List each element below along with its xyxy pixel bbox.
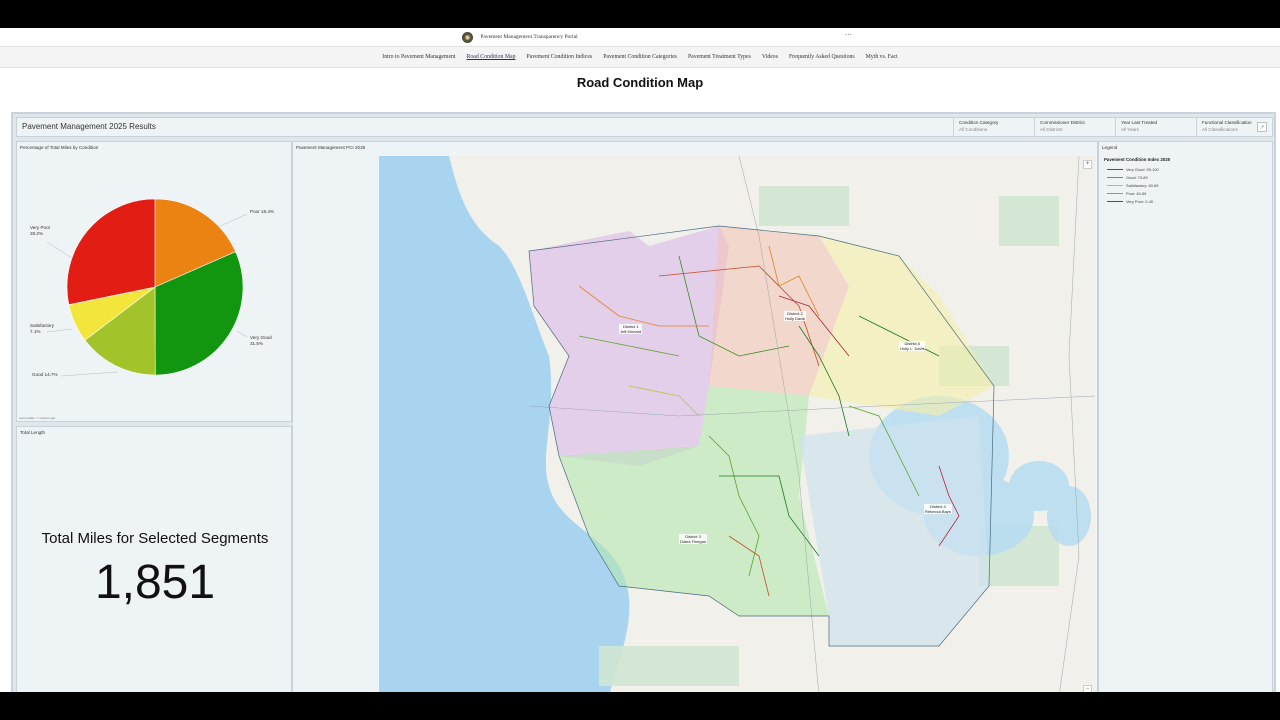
road-condition-map[interactable]: District 1 Jeff Kinnard District 2 Holly… [379, 155, 1096, 692]
leader-line-poor [217, 213, 248, 228]
pie-label-very-good: Very Good 31.5% [250, 335, 272, 347]
district-label-line: Jeff Kinnard [620, 329, 642, 334]
legend-panel: Legend Pavement Condition Index 2025 Ver… [1098, 141, 1273, 692]
total-length-panel: Total Length Total Miles for Selected Se… [16, 426, 292, 692]
pie-slice-very-poor[interactable] [66, 198, 156, 306]
last-update-text: Last update: 7 minutes ago [19, 416, 56, 420]
district-label-4: District 4 Rebecca Bays [924, 504, 952, 514]
legend-item-very-good: Very Good: 90-100 [1107, 167, 1159, 172]
dashboard-title: Pavement Management 2025 Results [22, 122, 156, 131]
open-external-icon[interactable]: ↗ [1257, 122, 1267, 132]
district-label-line: Diana Finegan [680, 539, 707, 544]
portal-topbar: Pavement Management Transparency Portal … [0, 28, 1280, 46]
leader-line-good [60, 371, 118, 377]
legend-swatch [1107, 192, 1123, 195]
legend-swatch [1107, 168, 1123, 171]
pie-chart [46, 198, 248, 377]
filter-year-last-treated[interactable]: Year Last Treated All Years [1115, 118, 1196, 136]
map-canvas [379, 155, 1096, 692]
legend-item-very-poor: Very Poor: 0-40 [1107, 199, 1153, 204]
map-panel: Pavement Management PCI 2025 District 1 … [292, 141, 1098, 692]
legend-item-poor: Poor: 40-59 [1107, 191, 1146, 196]
legend-label: Good: 70-89 [1126, 175, 1148, 180]
pie-label-very-poor: Very Poor 28.2% [30, 225, 50, 237]
district-label-line: Holly L. Davis [900, 346, 925, 351]
legend-item-satisfactory: Satisfactory: 60-69 [1107, 183, 1158, 188]
legend-label: Satisfactory: 60-69 [1126, 183, 1159, 188]
filter-label: Commissioner District [1040, 120, 1085, 125]
total-miles-value: 1,851 [94, 556, 216, 609]
pie-label-satisfactory: Satisfactory 7.1% [30, 323, 54, 335]
legend-swatch [1107, 200, 1123, 203]
nav-bar: Intro to Pavement Management Road Condit… [0, 46, 1280, 68]
filter-value: All Conditions [959, 127, 988, 132]
filter-label: Condition Category [959, 120, 999, 125]
district-label-5: District 5 Holly L. Davis [899, 341, 926, 351]
dashboard: Pavement Management 2025 Results Conditi… [11, 112, 1276, 692]
nav-item-intro[interactable]: Intro to Pavement Management [382, 54, 455, 60]
pie-label-very-poor-pct: 28.2% [30, 231, 44, 236]
legend-label: Very Good: 90-100 [1126, 167, 1159, 172]
district-label-3: District 3 Diana Finegan [679, 534, 708, 544]
pie-label-satisfactory-pct: 7.1% [30, 329, 41, 334]
total-length-title: Total Length [20, 430, 46, 435]
nav-item-faq[interactable]: Frequently Asked Questions [789, 54, 855, 60]
filter-commissioner-district[interactable]: Commissioner District All Districts [1034, 118, 1115, 136]
district-label-2: District 2 Holly Davis [784, 311, 807, 321]
nav-item-condition-categories[interactable]: Pavement Condition Categories [603, 54, 677, 60]
nav-item-treatment-types[interactable]: Pavement Treatment Types [688, 54, 751, 60]
filter-value: All Years [1121, 127, 1139, 132]
nav-item-condition-indices[interactable]: Pavement Condition Indices [526, 54, 592, 60]
nav-item-videos[interactable]: Videos [762, 54, 778, 60]
leader-line-very-poor [46, 241, 73, 259]
legend-title: Legend [1102, 145, 1118, 150]
legend-item-good: Good: 70-89 [1107, 175, 1148, 180]
legend-heading: Pavement Condition Index 2025 [1104, 157, 1171, 162]
pie-label-good: Good 14.7% [32, 372, 58, 377]
leader-line-very-good [236, 330, 248, 338]
nav-item-road-condition-map[interactable]: Road Condition Map [467, 54, 516, 60]
legend-swatch [1107, 184, 1123, 187]
map-zoom-out-button[interactable]: − [1083, 685, 1092, 692]
legend-label: Poor: 40-59 [1126, 191, 1147, 196]
district-label-line: Rebecca Bays [925, 509, 951, 514]
more-menu-icon[interactable]: ··· [845, 31, 852, 39]
map-home-button[interactable]: + [1083, 160, 1092, 169]
page-title: Road Condition Map [576, 75, 704, 90]
filter-label: Year Last Treated [1121, 120, 1158, 125]
pie-label-very-good-pct: 31.5% [250, 341, 264, 346]
pie-chart-panel: Percentage of Total Miles by Condition P… [16, 141, 292, 422]
district-label-1: District 1 Jeff Kinnard [619, 324, 643, 334]
district-label-line: Holly Davis [785, 316, 806, 321]
pie-label-poor: Poor 18.4% [250, 209, 275, 214]
browser-frame: Pavement Management Transparency Portal … [0, 28, 1280, 692]
portal-title[interactable]: Pavement Management Transparency Portal [480, 34, 577, 40]
filter-condition-category[interactable]: Condition Category All Conditions [953, 118, 1034, 136]
map-title: Pavement Management PCI 2025 [296, 145, 366, 150]
nav-item-myth-vs-fact[interactable]: Myth vs. Fact [866, 54, 898, 60]
legend-label: Very Poor: 0-40 [1126, 199, 1154, 204]
dashboard-header: Pavement Management 2025 Results Conditi… [16, 117, 1273, 137]
legend-swatch [1107, 176, 1123, 179]
county-seal-logo[interactable] [462, 31, 474, 43]
total-miles-heading: Total Miles for Selected Segments [41, 530, 269, 547]
filter-value: All Districts [1040, 127, 1063, 132]
